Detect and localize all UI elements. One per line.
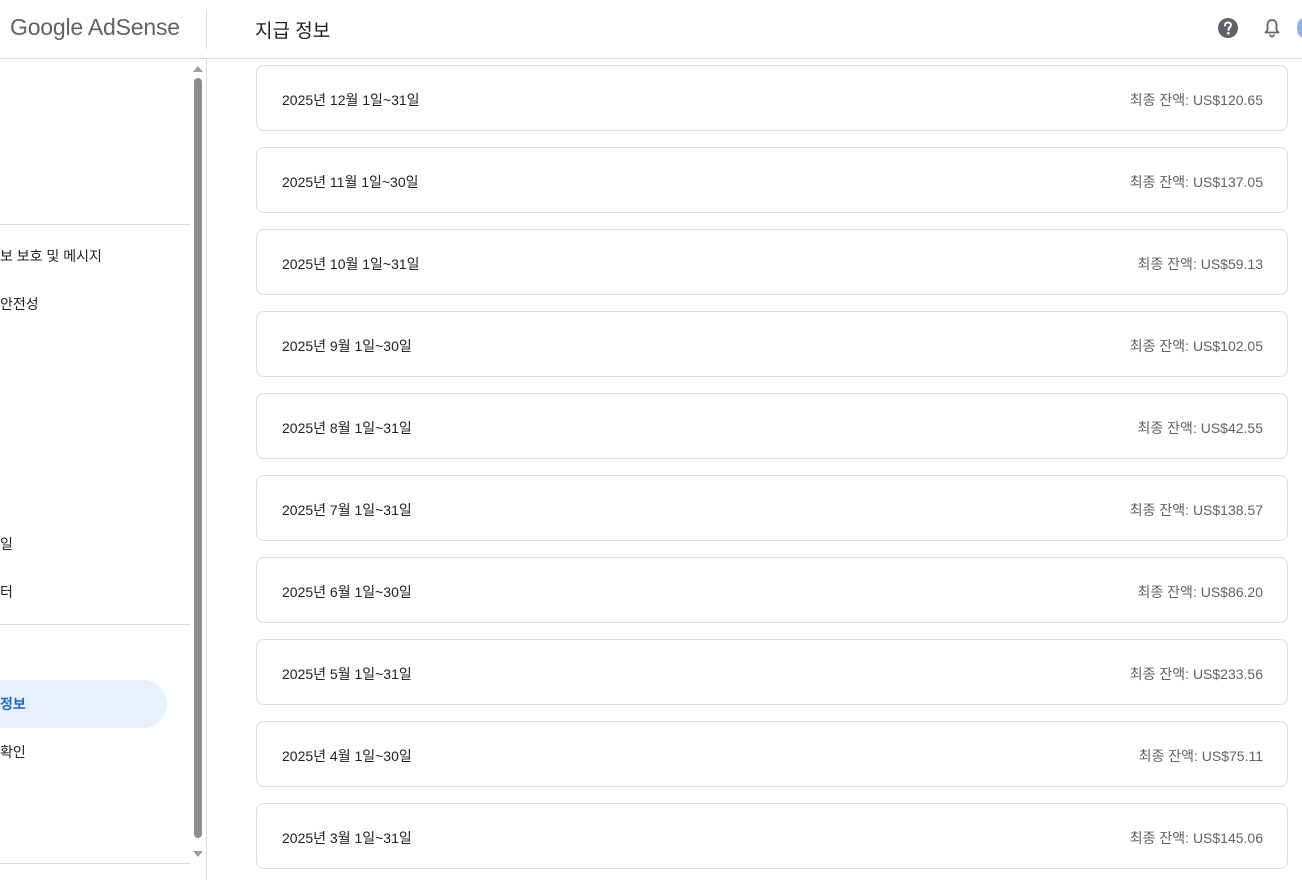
sidebar-divider <box>0 863 190 864</box>
sidebar-divider <box>0 624 190 625</box>
bell-icon[interactable] <box>1261 17 1283 39</box>
sidebar-item-privacy-messaging[interactable]: 보 보호 및 메시지 <box>0 232 102 280</box>
sidebar-item-partial-1[interactable]: 일 <box>0 520 13 568</box>
payment-balance: 최종 잔액: US$59.13 <box>1137 256 1263 272</box>
scroll-up-arrow-icon[interactable] <box>193 66 203 72</box>
payment-card[interactable]: 2025년 4월 1일~30일 최종 잔액: US$75.11 <box>256 721 1288 787</box>
payment-balance: 최종 잔액: US$42.55 <box>1137 420 1263 436</box>
logo-product-text: AdSense <box>87 14 180 40</box>
payment-card[interactable]: 2025년 6월 1일~30일 최종 잔액: US$86.20 <box>256 557 1288 623</box>
sidebar-scrollbar[interactable] <box>191 62 205 862</box>
payment-balance: 최종 잔액: US$233.56 <box>1129 666 1263 682</box>
scrollbar-thumb[interactable] <box>194 78 202 838</box>
payment-balance: 최종 잔액: US$120.65 <box>1129 92 1263 108</box>
payment-period: 2025년 4월 1일~30일 <box>282 748 412 764</box>
payment-balance: 최종 잔액: US$145.06 <box>1129 830 1263 846</box>
payment-period: 2025년 12월 1일~31일 <box>282 92 420 108</box>
payments-list: 2025년 12월 1일~31일 최종 잔액: US$120.65 2025년 … <box>256 60 1288 880</box>
payment-period: 2025년 3월 1일~31일 <box>282 830 412 846</box>
payment-period: 2025년 8월 1일~31일 <box>282 420 412 436</box>
payment-card[interactable]: 2025년 9월 1일~30일 최종 잔액: US$102.05 <box>256 311 1288 377</box>
payment-period: 2025년 11월 1일~30일 <box>282 174 419 190</box>
payment-card[interactable]: 2025년 8월 1일~31일 최종 잔액: US$42.55 <box>256 393 1288 459</box>
payment-card[interactable]: 2025년 12월 1일~31일 최종 잔액: US$120.65 <box>256 65 1288 131</box>
payment-period: 2025년 9월 1일~30일 <box>282 338 412 354</box>
payment-period: 2025년 6월 1일~30일 <box>282 584 412 600</box>
payment-period: 2025년 7월 1일~31일 <box>282 502 412 518</box>
payment-balance: 최종 잔액: US$86.20 <box>1137 584 1263 600</box>
payment-card[interactable]: 2025년 11월 1일~30일 최종 잔액: US$137.05 <box>256 147 1288 213</box>
sidebar-nav: 보 보호 및 메시지 안전성 일 터 정보 확인 <box>0 60 207 880</box>
payment-card[interactable]: 2025년 7월 1일~31일 최종 잔액: US$138.57 <box>256 475 1288 541</box>
logo-google-text: Google <box>10 14 83 40</box>
payment-card[interactable]: 2025년 3월 1일~31일 최종 잔액: US$145.06 <box>256 803 1288 869</box>
payment-period: 2025년 10월 1일~31일 <box>282 256 420 272</box>
payment-balance: 최종 잔액: US$102.05 <box>1129 338 1263 354</box>
header-divider <box>206 9 207 49</box>
account-avatar[interactable] <box>1297 17 1302 39</box>
top-app-bar: Google AdSense 지급 정보 <box>0 0 1302 59</box>
payment-period: 2025년 5월 1일~31일 <box>282 666 412 682</box>
help-icon[interactable] <box>1217 17 1239 39</box>
page-title: 지급 정보 <box>255 21 331 42</box>
sidebar-divider <box>0 224 190 225</box>
sidebar-item-payment-info[interactable]: 정보 <box>0 680 167 728</box>
sidebar-item-partial-2[interactable]: 터 <box>0 568 13 616</box>
payment-card[interactable]: 2025년 10월 1일~31일 최종 잔액: US$59.13 <box>256 229 1288 295</box>
scroll-down-arrow-icon[interactable] <box>193 851 203 857</box>
payment-balance: 최종 잔액: US$137.05 <box>1129 174 1263 190</box>
adsense-logo[interactable]: Google AdSense <box>10 14 180 41</box>
payment-card[interactable]: 2025년 5월 1일~31일 최종 잔액: US$233.56 <box>256 639 1288 705</box>
payment-balance: 최종 잔액: US$75.11 <box>1138 748 1263 764</box>
sidebar-item-brand-safety[interactable]: 안전성 <box>0 280 39 328</box>
payment-balance: 최종 잔액: US$138.57 <box>1129 502 1263 518</box>
sidebar-item-verification[interactable]: 확인 <box>0 728 26 776</box>
